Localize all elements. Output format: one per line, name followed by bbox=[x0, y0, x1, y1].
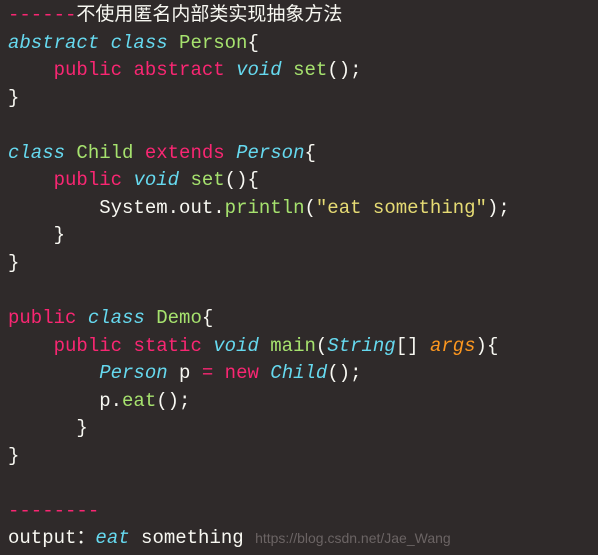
kw-public: public bbox=[54, 335, 122, 357]
method-eat: eat bbox=[122, 390, 156, 412]
method-main: main bbox=[270, 335, 316, 357]
var-p: p bbox=[168, 362, 202, 384]
kw-static: static bbox=[133, 335, 201, 357]
method-set: set bbox=[293, 59, 327, 81]
tail: (){ bbox=[225, 169, 259, 191]
type-person: Person bbox=[236, 142, 304, 164]
brace: { bbox=[202, 307, 213, 329]
code-block: ------不使用匿名内部类实现抽象方法 abstract class Pers… bbox=[0, 0, 598, 555]
kw-new: new bbox=[225, 362, 259, 384]
string-literal: "eat something" bbox=[316, 197, 487, 219]
rparen: ); bbox=[487, 197, 510, 219]
type-string: String bbox=[327, 335, 395, 357]
kw-public: public bbox=[54, 169, 122, 191]
brace: } bbox=[8, 252, 19, 274]
brace: { bbox=[305, 142, 316, 164]
brace: } bbox=[76, 417, 87, 439]
comment-cn: 不使用匿名内部类实现抽象方法 bbox=[76, 4, 342, 26]
method-println: println bbox=[225, 197, 305, 219]
class-person: Person bbox=[179, 32, 247, 54]
brace: } bbox=[8, 87, 19, 109]
brace: } bbox=[54, 224, 65, 246]
ident-system: System bbox=[99, 197, 167, 219]
output-label: output： bbox=[8, 527, 95, 549]
brace: } bbox=[8, 445, 19, 467]
kw-public: public bbox=[8, 307, 76, 329]
kw-class: class bbox=[88, 307, 145, 329]
dot: . bbox=[213, 197, 224, 219]
kw-extends: extends bbox=[145, 142, 225, 164]
kw-abstract: abstract bbox=[133, 59, 224, 81]
type-person: Person bbox=[99, 362, 167, 384]
watermark: https://blog.csdn.net/Jae_Wang bbox=[255, 530, 451, 546]
ident-out: out bbox=[179, 197, 213, 219]
dashes: ------ bbox=[8, 4, 76, 26]
kw-abstract: abstract bbox=[8, 32, 99, 54]
output-something: something bbox=[130, 527, 244, 549]
type-child: Child bbox=[270, 362, 327, 384]
brace: { bbox=[247, 32, 258, 54]
lparen: ( bbox=[305, 197, 316, 219]
tail: (); bbox=[327, 59, 361, 81]
class-demo: Demo bbox=[156, 307, 202, 329]
op-eq: = bbox=[202, 362, 213, 384]
method-set: set bbox=[190, 169, 224, 191]
rparen: ){ bbox=[476, 335, 499, 357]
kw-void: void bbox=[133, 169, 179, 191]
tail: (); bbox=[156, 390, 190, 412]
tail: (); bbox=[327, 362, 361, 384]
kw-void: void bbox=[213, 335, 259, 357]
dot: . bbox=[111, 390, 122, 412]
dashes: -------- bbox=[8, 500, 99, 522]
kw-public: public bbox=[54, 59, 122, 81]
param-args: args bbox=[430, 335, 476, 357]
kw-class: class bbox=[8, 142, 65, 164]
output-eat: eat bbox=[95, 527, 129, 549]
var-p: p bbox=[99, 390, 110, 412]
brackets: [] bbox=[396, 335, 430, 357]
kw-class: class bbox=[111, 32, 168, 54]
class-child: Child bbox=[76, 142, 133, 164]
dot: . bbox=[168, 197, 179, 219]
lparen: ( bbox=[316, 335, 327, 357]
kw-void: void bbox=[236, 59, 282, 81]
